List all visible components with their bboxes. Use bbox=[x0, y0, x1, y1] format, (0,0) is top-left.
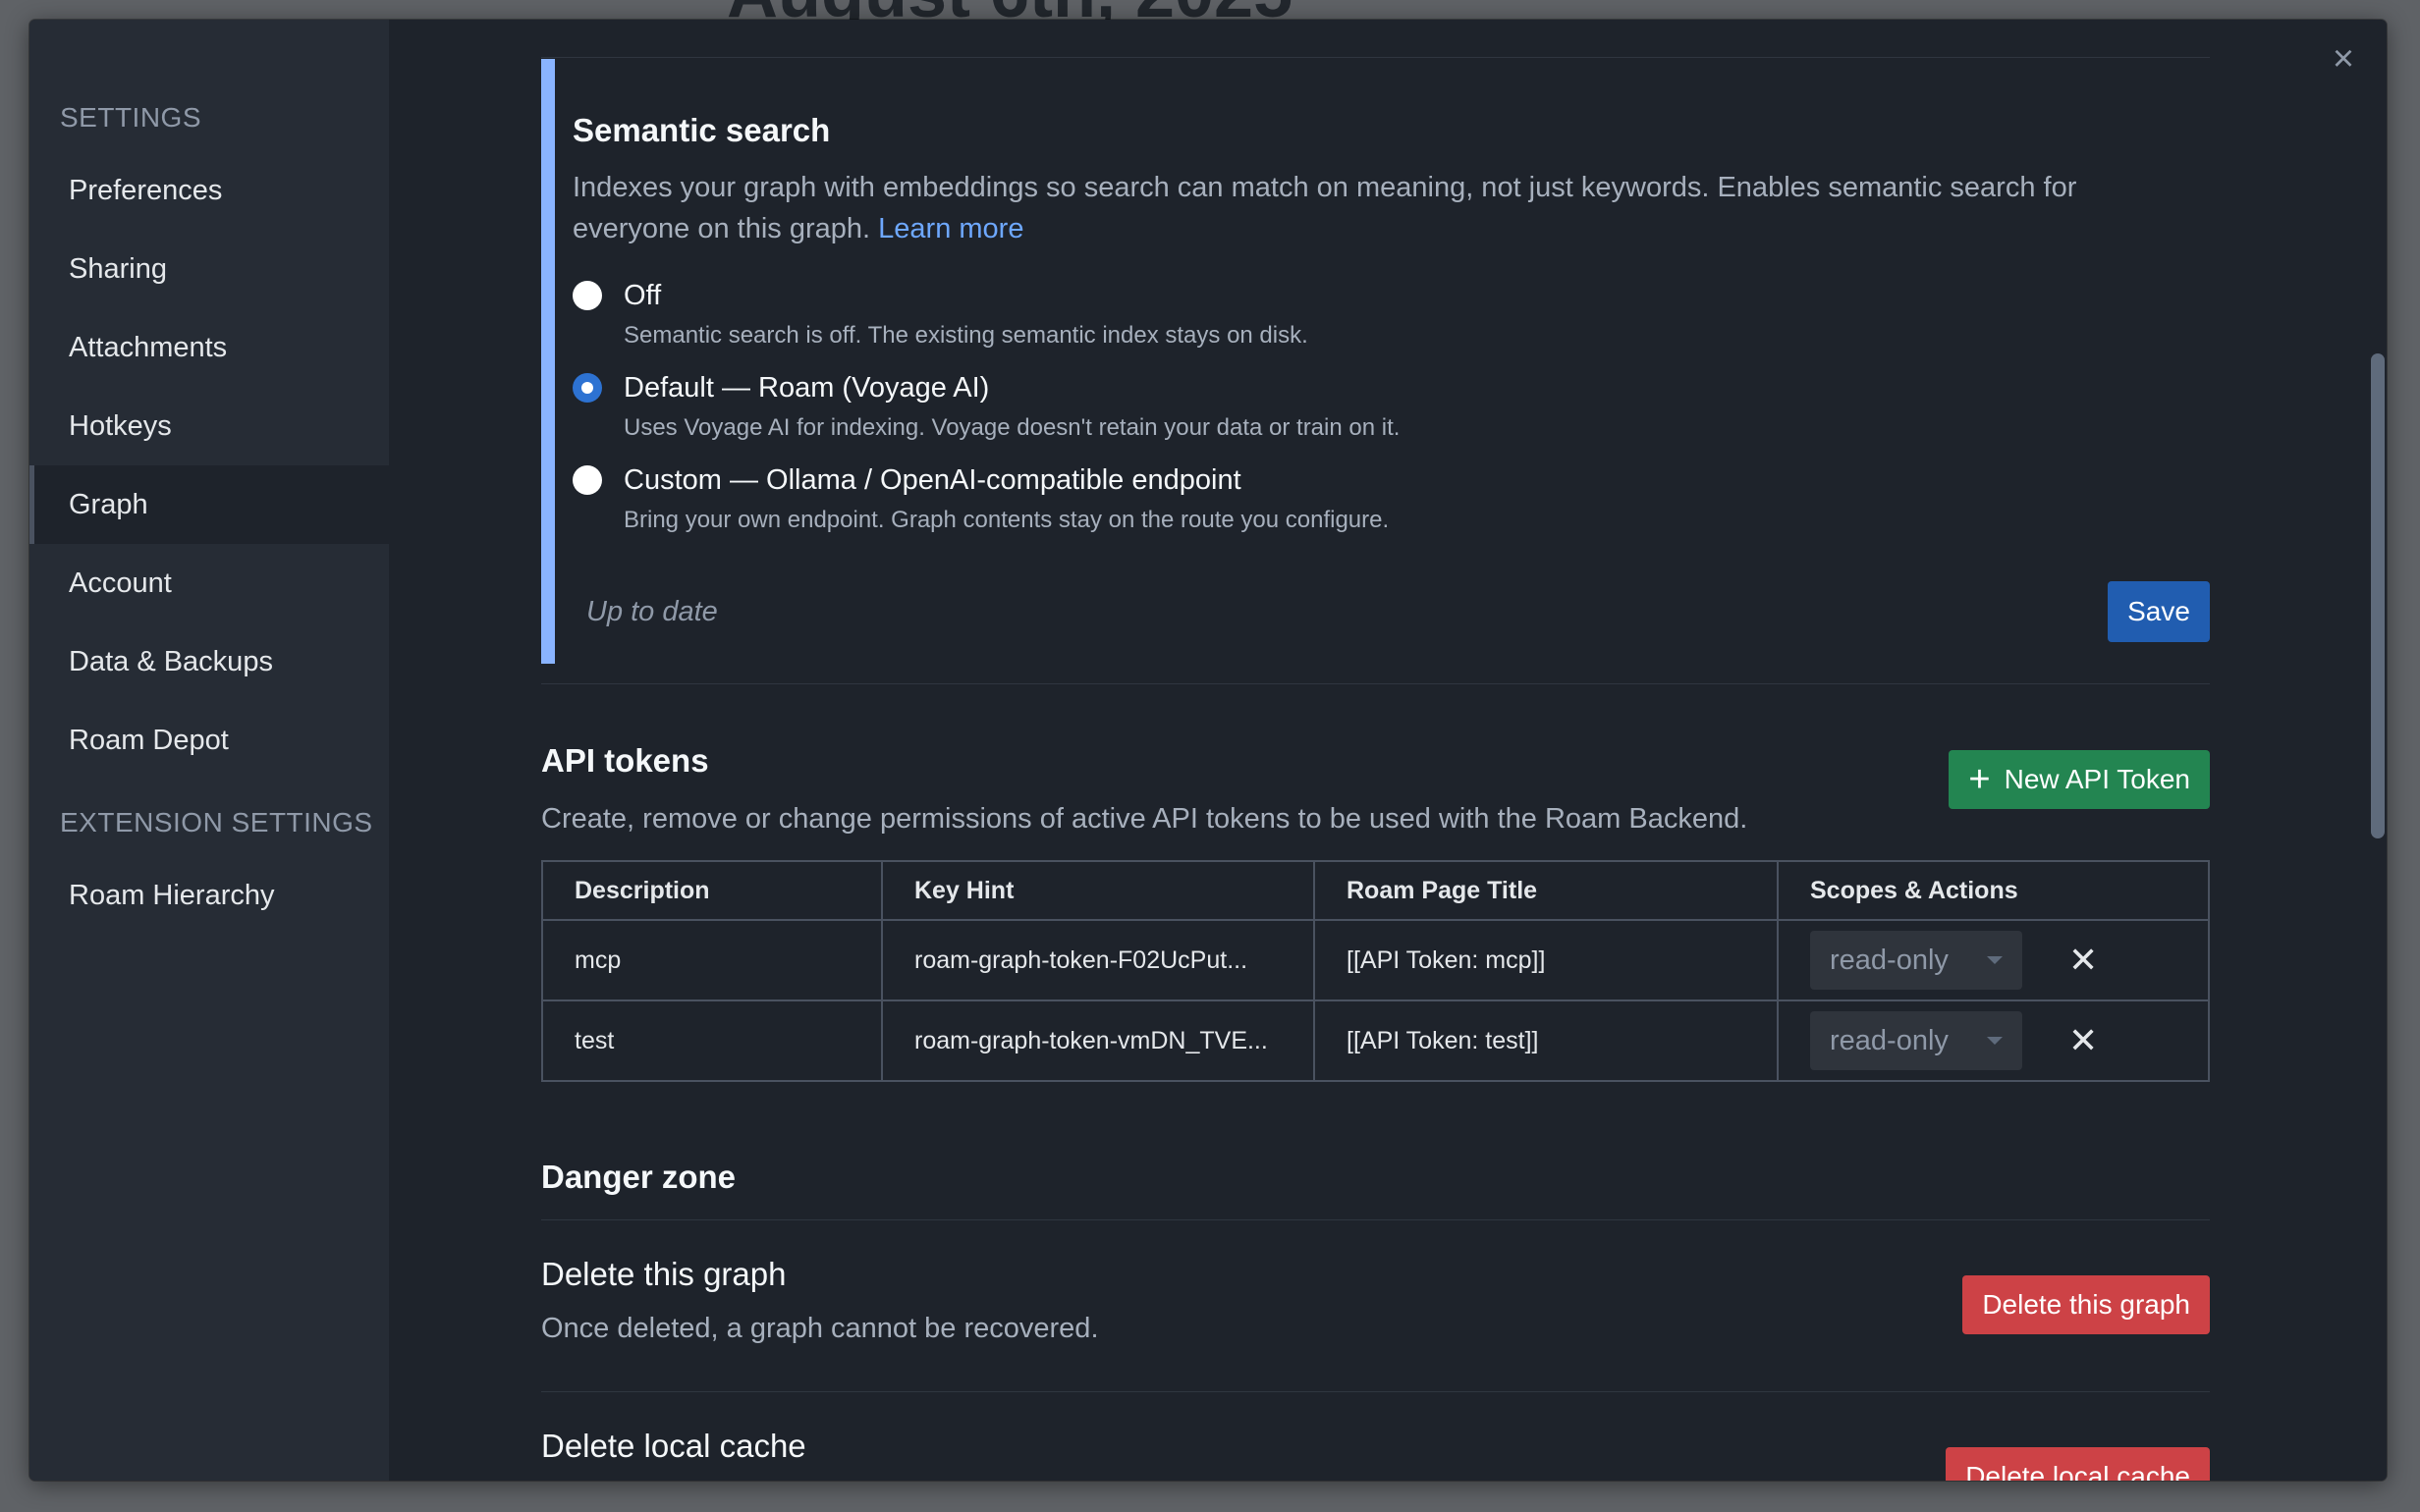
token-page-title: [[API Token: mcp]] bbox=[1313, 919, 1779, 1001]
column-header-key-hint: Key Hint bbox=[881, 860, 1315, 921]
top-divider bbox=[541, 57, 2210, 58]
delete-graph-row: Delete this graph Once deleted, a graph … bbox=[541, 1220, 2210, 1391]
token-scopes-cell: read-only ✕ bbox=[1777, 919, 2210, 1001]
token-scopes-cell: read-only ✕ bbox=[1777, 999, 2210, 1082]
sidebar-item-graph[interactable]: Graph bbox=[29, 465, 389, 544]
delete-cache-button[interactable]: Delete local cache bbox=[1946, 1447, 2210, 1481]
save-button[interactable]: Save bbox=[2108, 581, 2210, 642]
radio-option-custom[interactable]: Custom — Ollama / OpenAI-compatible endp… bbox=[573, 463, 2210, 534]
delete-token-icon[interactable]: ✕ bbox=[2068, 1020, 2098, 1061]
radio-button-custom[interactable] bbox=[573, 465, 602, 495]
sidebar-item-data-backups[interactable]: Data & Backups bbox=[29, 622, 389, 701]
new-api-token-label: New API Token bbox=[2004, 764, 2190, 794]
table-header-row: Description Key Hint Roam Page Title Sco… bbox=[541, 860, 2210, 921]
settings-sidebar: SETTINGS Preferences Sharing Attachments… bbox=[29, 20, 389, 1481]
radio-button-off[interactable] bbox=[573, 281, 602, 310]
delete-cache-row: Delete local cache Delete local cache bbox=[541, 1392, 2210, 1481]
scrollbar-thumb[interactable] bbox=[2371, 353, 2385, 838]
token-key-hint: roam-graph-token-vmDN_TVE... bbox=[881, 999, 1315, 1082]
radio-hint: Semantic search is off. The existing sem… bbox=[624, 322, 1308, 349]
sidebar-item-hotkeys[interactable]: Hotkeys bbox=[29, 387, 389, 465]
api-tokens-table: Description Key Hint Roam Page Title Sco… bbox=[541, 860, 2210, 1082]
plus-icon: + bbox=[1968, 759, 1991, 800]
semantic-search-description: Indexes your graph with embeddings so se… bbox=[573, 167, 2183, 249]
radio-label: Off bbox=[624, 280, 662, 311]
column-header-page-title: Roam Page Title bbox=[1313, 860, 1779, 921]
radio-hint: Uses Voyage AI for indexing. Voyage does… bbox=[624, 414, 1401, 441]
semantic-search-status-row: Up to date Save bbox=[586, 581, 2210, 642]
delete-graph-title: Delete this graph bbox=[541, 1256, 787, 1292]
sidebar-item-preferences[interactable]: Preferences bbox=[29, 151, 389, 230]
radio-option-off[interactable]: Off Semantic search is off. The existing… bbox=[573, 279, 2210, 350]
scope-select[interactable]: read-only bbox=[1810, 1011, 2022, 1070]
caret-down-icon bbox=[1987, 1037, 2003, 1045]
sidebar-item-account[interactable]: Account bbox=[29, 544, 389, 622]
semantic-search-description-text: Indexes your graph with embeddings so se… bbox=[573, 172, 2077, 244]
token-description: test bbox=[541, 999, 883, 1082]
index-status-text: Up to date bbox=[586, 595, 718, 627]
radio-text: Custom — Ollama / OpenAI-compatible endp… bbox=[624, 463, 1389, 534]
semantic-search-section: Semantic search Indexes your graph with … bbox=[541, 59, 2210, 664]
scope-select-value: read-only bbox=[1830, 1024, 1949, 1056]
api-tokens-section: API tokens Create, remove or change perm… bbox=[541, 707, 2210, 1082]
delete-graph-button[interactable]: Delete this graph bbox=[1962, 1275, 2210, 1334]
delete-graph-description: Once deleted, a graph cannot be recovere… bbox=[541, 1313, 1099, 1344]
table-row: mcp roam-graph-token-F02UcPut... [[API T… bbox=[541, 919, 2210, 1001]
column-header-description: Description bbox=[541, 860, 883, 921]
learn-more-link[interactable]: Learn more bbox=[878, 213, 1023, 244]
sidebar-item-roam-depot[interactable]: Roam Depot bbox=[29, 701, 389, 780]
danger-zone-section: Danger zone Delete this graph Once delet… bbox=[541, 1159, 2210, 1481]
radio-label: Custom — Ollama / OpenAI-compatible endp… bbox=[624, 464, 1241, 496]
settings-dialog: × SETTINGS Preferences Sharing Attachmen… bbox=[29, 20, 2387, 1481]
token-key-hint: roam-graph-token-F02UcPut... bbox=[881, 919, 1315, 1001]
sidebar-item-roam-hierarchy[interactable]: Roam Hierarchy bbox=[29, 856, 389, 935]
radio-text: Off Semantic search is off. The existing… bbox=[624, 279, 1308, 350]
token-description: mcp bbox=[541, 919, 883, 1001]
radio-button-default[interactable] bbox=[573, 373, 602, 403]
sidebar-item-sharing[interactable]: Sharing bbox=[29, 230, 389, 308]
sidebar-item-attachments[interactable]: Attachments bbox=[29, 308, 389, 387]
semantic-search-title: Semantic search bbox=[573, 112, 831, 148]
sidebar-heading-extension: EXTENSION SETTINGS bbox=[60, 807, 373, 837]
radio-label: Default — Roam (Voyage AI) bbox=[624, 372, 990, 404]
radio-text: Default — Roam (Voyage AI) Uses Voyage A… bbox=[624, 371, 1400, 442]
delete-token-icon[interactable]: ✕ bbox=[2068, 940, 2098, 981]
table-row: test roam-graph-token-vmDN_TVE... [[API … bbox=[541, 999, 2210, 1082]
radio-hint: Bring your own endpoint. Graph contents … bbox=[624, 507, 1390, 533]
column-header-scopes: Scopes & Actions bbox=[1777, 860, 2210, 921]
danger-zone-title: Danger zone bbox=[541, 1159, 737, 1195]
settings-content[interactable]: Semantic search Indexes your graph with … bbox=[389, 20, 2387, 1481]
scope-select[interactable]: read-only bbox=[1810, 931, 2022, 990]
scrollbar-track[interactable] bbox=[2367, 20, 2387, 1481]
radio-option-default[interactable]: Default — Roam (Voyage AI) Uses Voyage A… bbox=[573, 371, 2210, 442]
sidebar-heading-settings: SETTINGS bbox=[60, 102, 202, 133]
scope-select-value: read-only bbox=[1830, 944, 1949, 976]
section-divider bbox=[541, 683, 2210, 684]
token-page-title: [[API Token: test]] bbox=[1313, 999, 1779, 1082]
caret-down-icon bbox=[1987, 956, 2003, 964]
new-api-token-button[interactable]: + New API Token bbox=[1949, 750, 2210, 809]
